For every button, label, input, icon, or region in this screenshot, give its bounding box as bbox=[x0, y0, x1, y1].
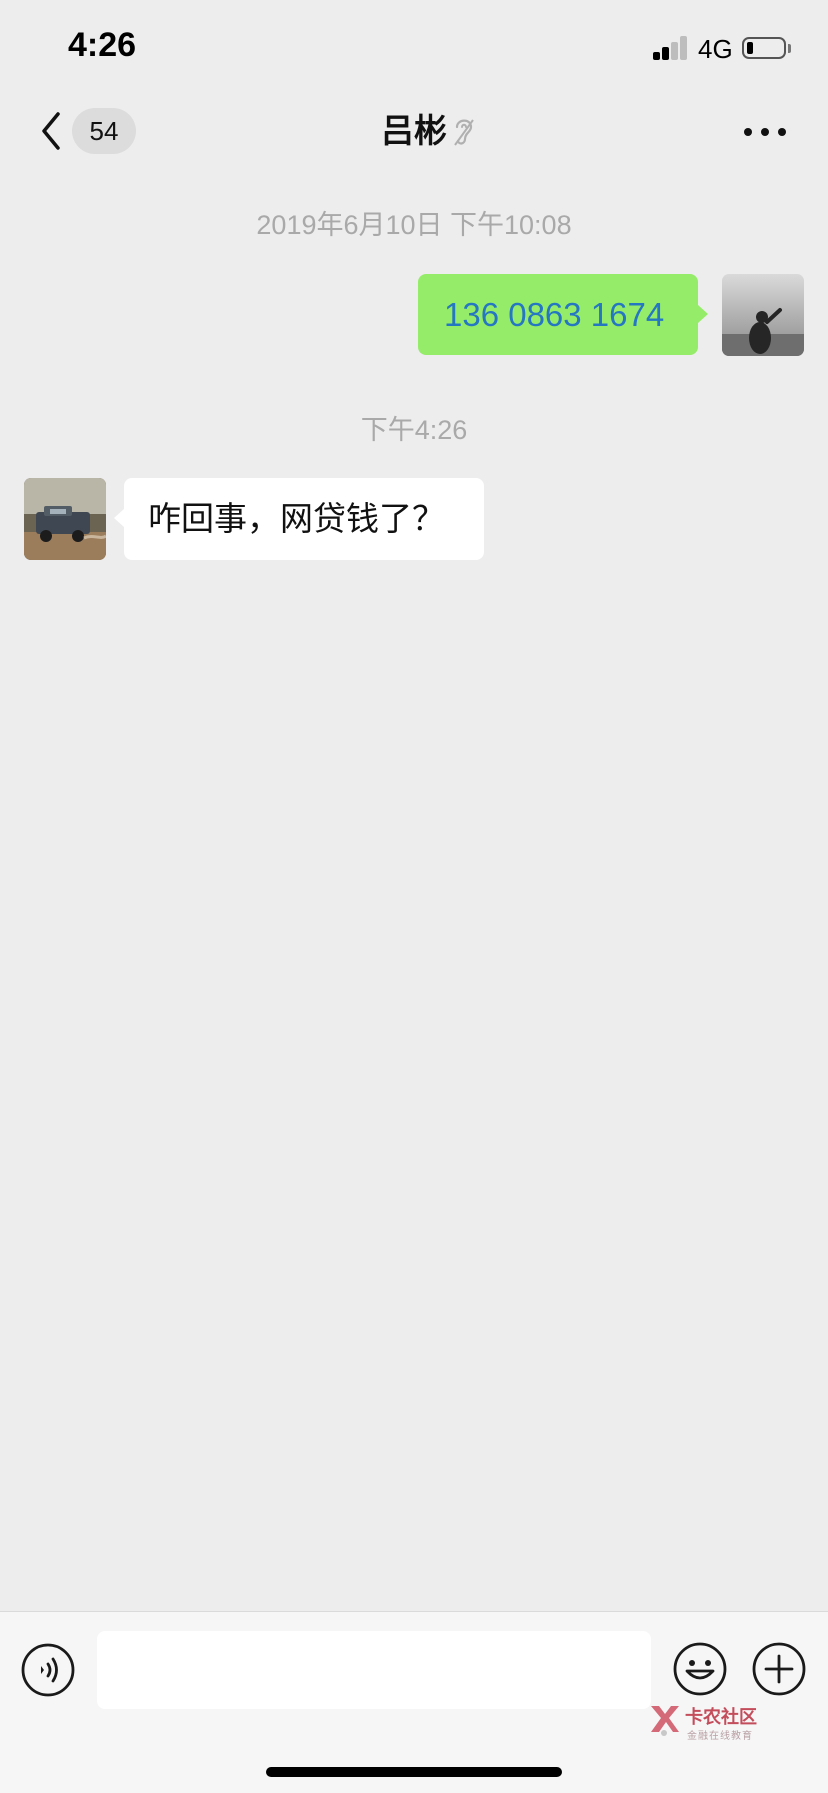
message-input[interactable] bbox=[97, 1631, 651, 1709]
message-bubble-contact[interactable]: 咋回事，网贷钱了？ bbox=[124, 478, 484, 560]
battery-icon bbox=[742, 37, 786, 59]
phone-number-link[interactable]: 136 0863 1674 bbox=[444, 296, 664, 333]
kanong-logo-icon bbox=[651, 1706, 679, 1736]
more-functions-button[interactable] bbox=[751, 1641, 807, 1702]
watermark-title: 卡农社区 bbox=[685, 1707, 757, 1727]
signal-icon bbox=[653, 36, 689, 60]
input-bar: 卡农社区 金融在线教育 bbox=[0, 1611, 828, 1793]
status-time: 4:26 bbox=[68, 26, 137, 64]
emoji-button[interactable] bbox=[672, 1641, 728, 1702]
network-type: 4G bbox=[698, 34, 733, 64]
message-bubble-mine[interactable]: 136 0863 1674 bbox=[418, 274, 698, 355]
emoji-icon bbox=[673, 1642, 727, 1696]
voice-button[interactable] bbox=[20, 1642, 76, 1703]
more-dots-icon bbox=[744, 128, 786, 136]
nav-bar: 54 吕彬 bbox=[0, 100, 828, 162]
bubble-tail bbox=[114, 509, 124, 527]
voice-input-icon bbox=[21, 1643, 75, 1697]
plus-icon bbox=[752, 1642, 806, 1696]
my-avatar[interactable] bbox=[722, 274, 804, 356]
status-bar: 4:26 4G bbox=[0, 0, 828, 100]
watermark: 卡农社区 金融在线教育 bbox=[647, 1702, 777, 1742]
watermark-subtitle: 金融在线教育 bbox=[687, 1731, 753, 1742]
message-timestamp: 下午4:26 bbox=[360, 415, 468, 445]
contact-avatar[interactable] bbox=[24, 478, 106, 560]
message-text: 咋回事，网贷钱了？ bbox=[148, 500, 445, 537]
ear-muted-icon bbox=[452, 115, 476, 149]
home-indicator[interactable] bbox=[266, 1767, 562, 1777]
bubble-tail bbox=[698, 305, 708, 323]
chat-title: 吕彬 bbox=[381, 112, 447, 149]
more-options-button[interactable] bbox=[740, 112, 790, 152]
message-timestamp: 2019年6月10日 下午10:08 bbox=[256, 210, 572, 240]
battery-tip bbox=[788, 44, 791, 53]
